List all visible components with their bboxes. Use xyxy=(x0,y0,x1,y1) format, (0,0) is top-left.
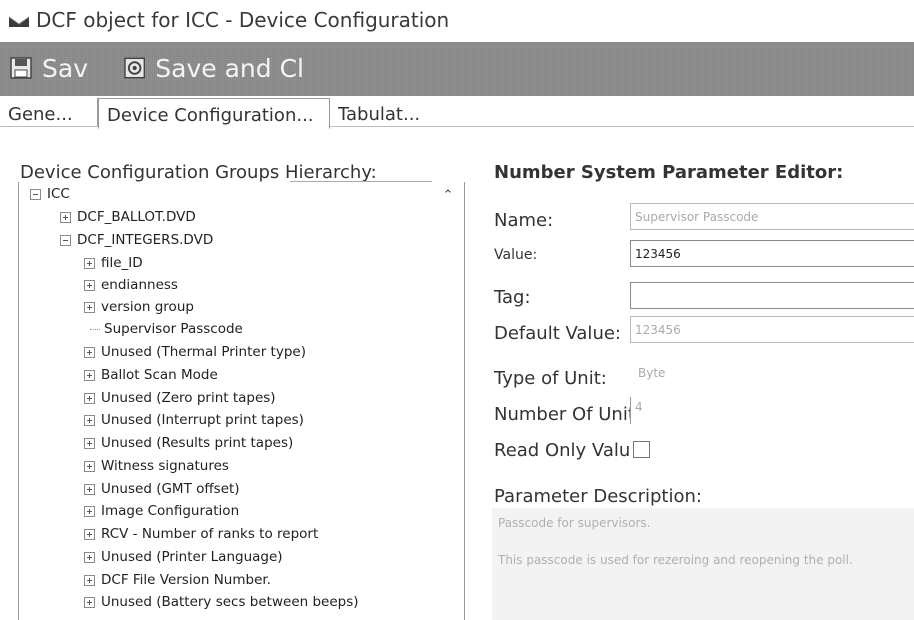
tree-item[interactable]: Witness signatures xyxy=(84,455,229,477)
tag-label: Tag: xyxy=(494,287,531,308)
tree-item-label: endianness xyxy=(101,277,178,293)
tree-item[interactable]: Unused (Results print tapes) xyxy=(84,432,293,454)
tree-item[interactable]: Ballot Scan Mode xyxy=(84,364,218,386)
floppy-disk-icon xyxy=(10,57,32,79)
tree-item-label: Unused (GMT offset) xyxy=(101,481,240,497)
expand-icon[interactable] xyxy=(84,574,95,586)
expand-icon[interactable] xyxy=(84,505,95,517)
tree-item[interactable]: Unused (Printer Language) xyxy=(84,546,283,568)
description-line: Passcode for supervisors. xyxy=(498,516,651,530)
save-and-close-label: Save and Cl xyxy=(155,53,304,83)
default-value-label: Default Value: xyxy=(494,323,621,344)
default-value-field[interactable]: 123456 xyxy=(630,316,914,343)
title-bar: DCF object for ICC - Device Configuratio… xyxy=(0,0,914,40)
tab-tabulation[interactable]: Tabulat... xyxy=(330,98,440,126)
description-line: This passcode is used for rezeroing and … xyxy=(498,553,853,567)
tree-item-label: RCV - Number of ranks to report xyxy=(101,526,319,542)
tree-node-integers[interactable]: DCF_INTEGERS.DVD xyxy=(60,229,213,251)
tree-item-selected[interactable]: Supervisor Passcode xyxy=(90,318,243,340)
expand-icon[interactable] xyxy=(60,211,71,223)
expand-icon[interactable] xyxy=(84,596,95,608)
tree-item-label: Unused (Results print tapes) xyxy=(101,435,294,451)
tree-item[interactable]: version group xyxy=(84,296,194,318)
tree-item[interactable]: Unused (Battery secs between beeps) xyxy=(84,591,359,613)
tree-item[interactable]: file_ID xyxy=(84,252,143,274)
name-field[interactable]: Supervisor Passcode xyxy=(630,203,914,230)
expand-icon[interactable] xyxy=(84,279,95,291)
collapse-icon[interactable] xyxy=(30,188,41,200)
tab-strip: Gene... Device Configuration... Tabulat.… xyxy=(0,96,914,129)
tree-item[interactable]: Unused (GMT offset) xyxy=(84,478,240,500)
unit-count-label: Number Of Unit xyxy=(494,404,635,425)
expand-icon[interactable] xyxy=(84,460,95,472)
save-and-close-button[interactable]: Save and Cl xyxy=(124,50,304,86)
expand-icon[interactable] xyxy=(84,392,95,404)
tree-item-label: Image Configuration xyxy=(101,503,240,519)
tree-connector xyxy=(90,328,100,330)
tab-device-configuration[interactable]: Device Configuration... xyxy=(98,98,330,129)
expand-icon[interactable] xyxy=(84,301,95,313)
tree-item[interactable]: DCF File Version Number. xyxy=(84,569,271,591)
tree-item-label: Unused (Zero print tapes) xyxy=(101,390,276,406)
save-button-label: Sav xyxy=(42,53,88,83)
tree-node-label: DCF_INTEGERS.DVD xyxy=(77,232,214,248)
tree-item[interactable]: Unused (Thermal Printer type) xyxy=(84,341,306,363)
tag-field[interactable] xyxy=(630,282,914,309)
tab-general[interactable]: Gene... xyxy=(0,98,98,126)
tree-item[interactable]: Unused (Zero print tapes) xyxy=(84,387,276,409)
read-only-label: Read Only Valu xyxy=(494,440,631,461)
unit-type-label: Type of Unit: xyxy=(494,368,607,389)
toolbar: Sav Save and Cl xyxy=(0,42,914,96)
tree-item[interactable]: Unused (Interrupt print tapes) xyxy=(84,409,304,431)
value-field[interactable]: 123456 xyxy=(630,240,914,267)
expand-icon[interactable] xyxy=(84,483,95,495)
tree-item-label: version group xyxy=(101,299,194,315)
expand-icon[interactable] xyxy=(84,346,95,358)
tree-item[interactable]: endianness xyxy=(84,274,178,296)
tree-item-label: Unused (Thermal Printer type) xyxy=(101,344,306,360)
hierarchy-label: Device Configuration Groups Hierarchy: xyxy=(20,162,377,183)
expand-icon[interactable] xyxy=(84,551,95,563)
tree-item-label: Unused (Printer Language) xyxy=(101,549,283,565)
save-and-close-icon xyxy=(124,57,146,79)
expand-icon[interactable] xyxy=(84,437,95,449)
unit-count-field[interactable]: 4 xyxy=(630,397,914,424)
name-label: Name: xyxy=(494,210,554,231)
tree-node-root[interactable]: ICC xyxy=(30,183,70,205)
read-only-checkbox[interactable] xyxy=(633,441,650,458)
expand-icon[interactable] xyxy=(84,414,95,426)
tree-item-label: Unused (Battery secs between beeps) xyxy=(101,594,359,610)
app-icon xyxy=(8,16,30,27)
window-title: DCF object for ICC - Device Configuratio… xyxy=(36,8,450,32)
tree-item-label: DCF File Version Number. xyxy=(101,572,271,588)
expand-icon[interactable] xyxy=(84,369,95,381)
expand-icon[interactable] xyxy=(84,528,95,540)
tree-item-label: Unused (Interrupt print tapes) xyxy=(101,412,304,428)
editor-title: Number System Parameter Editor: xyxy=(494,162,844,183)
save-button[interactable]: Sav xyxy=(10,50,114,86)
collapse-icon[interactable] xyxy=(60,234,71,246)
tree-node-label: DCF_BALLOT.DVD xyxy=(77,209,196,225)
tree-item-label: Witness signatures xyxy=(101,458,229,474)
value-label: Value: xyxy=(494,247,538,263)
tree-item-label: Ballot Scan Mode xyxy=(101,367,218,383)
unit-type-value: Byte xyxy=(638,366,666,380)
tree-node-ballot[interactable]: DCF_BALLOT.DVD xyxy=(60,206,196,228)
scroll-up-arrow-icon[interactable]: ⌃ xyxy=(437,188,459,206)
description-label: Parameter Description: xyxy=(494,486,702,507)
tree-item[interactable]: Image Configuration xyxy=(84,500,239,522)
tree-item-label: Supervisor Passcode xyxy=(104,321,243,337)
expand-icon[interactable] xyxy=(84,257,95,269)
tree-node-label: ICC xyxy=(47,186,70,202)
tree-item-label: file_ID xyxy=(101,255,143,271)
tree-item[interactable]: RCV - Number of ranks to report xyxy=(84,523,318,545)
